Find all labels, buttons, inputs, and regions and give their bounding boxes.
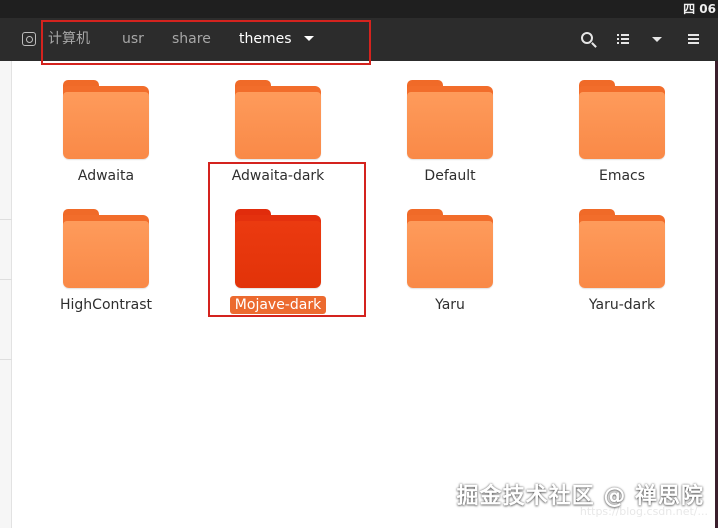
folder-item[interactable]: Emacs [552,80,692,196]
chevron-down-icon [303,35,314,41]
folder-label: Yaru [435,297,465,313]
view-options-button[interactable] [646,28,668,50]
folder-label: Adwaita [77,168,135,184]
clock: 四 06 [679,0,718,18]
folder-label: Emacs [598,168,646,184]
folder-item-selected[interactable]: Mojave-dark [208,209,348,325]
computer-location-icon[interactable] [22,32,36,46]
header-bar: 计算机 usr share themes [0,18,718,61]
search-icon [580,31,593,44]
breadcrumb-item-computer[interactable]: 计算机 [48,24,90,55]
folder-icon [579,80,665,160]
folder-icon [407,209,493,289]
system-top-bar: 四 06 [0,0,718,18]
main-menu-button[interactable] [682,28,704,50]
watermark: 掘金技术社区 @ 禅思院 [456,484,704,509]
folder-icon [63,209,149,289]
folder-item[interactable]: Yaru-dark [552,209,692,325]
folder-item[interactable]: Default [380,80,520,196]
folder-item[interactable]: HighContrast [36,209,176,325]
folder-icon [407,80,493,160]
folder-label: Adwaita-dark [231,168,325,184]
folder-item[interactable]: Adwaita-dark [208,80,348,196]
folder-label: Mojave-dark [208,296,348,314]
folder-icon [235,209,321,289]
folder-label: Yaru-dark [588,297,656,313]
folder-icon [579,209,665,289]
breadcrumb-item-themes[interactable]: themes [239,24,314,55]
breadcrumb-item-share[interactable]: share [172,24,211,55]
breadcrumb-item-usr[interactable]: usr [122,24,144,55]
chevron-down-icon [652,36,662,42]
folder-label: Default [424,168,476,184]
hamburger-menu-icon [687,34,699,44]
folder-icon [235,80,321,160]
folder-item[interactable]: Adwaita [36,80,176,196]
sidebar [0,61,12,528]
breadcrumb-current-label: themes [239,31,292,47]
list-view-icon [617,33,629,45]
folder-item[interactable]: Yaru [380,209,520,325]
search-button[interactable] [577,28,599,50]
view-mode-button[interactable] [612,28,634,50]
folder-label: HighContrast [60,297,152,313]
folder-icon [63,80,149,160]
